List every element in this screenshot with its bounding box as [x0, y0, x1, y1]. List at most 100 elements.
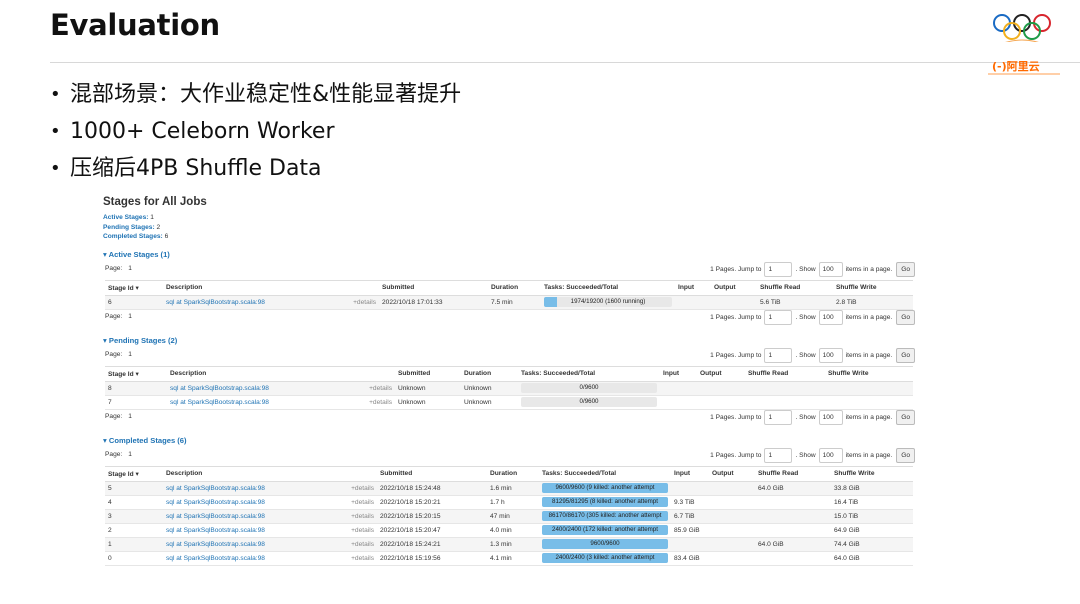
jump-to-input[interactable]: 1 — [764, 410, 793, 426]
details-toggle[interactable]: +details — [347, 509, 377, 524]
header-shuffle-read[interactable]: Shuffle Read — [757, 279, 833, 296]
pending-stages-toggle[interactable]: ▾ Pending Stages (2) — [103, 334, 915, 348]
table-row: 0 sql at SparkSqlBootstrap.scala:98 +detai… — [105, 551, 913, 566]
stage-id: 2 — [105, 523, 163, 538]
page-number[interactable]: 1 — [128, 351, 132, 358]
items-label: items in a page. — [845, 414, 893, 422]
spark-stages-screenshot: Stages for All Jobs Active Stages: 1 Pen… — [103, 196, 915, 566]
summary-completed-link[interactable]: Completed Stages: — [103, 233, 163, 240]
go-button[interactable]: Go — [896, 348, 915, 364]
page-controls: 1 Pages. Jump to 1. Show 100 items in a pag… — [710, 448, 915, 464]
header-input[interactable]: Input — [671, 465, 709, 482]
details-toggle[interactable]: +details — [349, 295, 379, 310]
header-tasks[interactable]: Tasks: Succeeded/Total — [518, 365, 660, 382]
header-duration[interactable]: Duration — [488, 279, 541, 296]
header-duration[interactable]: Duration — [461, 365, 518, 382]
stage-description-link[interactable]: sql at SparkSqlBootstrap.scala:98 — [163, 537, 347, 552]
header-input[interactable]: Input — [675, 279, 711, 296]
stage-description-link[interactable]: sql at SparkSqlBootstrap.scala:98 — [163, 495, 347, 510]
header-tasks[interactable]: Tasks: Succeeded/Total — [541, 279, 675, 296]
go-button[interactable]: Go — [896, 310, 915, 326]
completed-stages-toggle[interactable]: ▾ Completed Stages (6) — [103, 434, 915, 448]
active-stages-toggle[interactable]: ▾ Active Stages (1) — [103, 248, 915, 262]
details-toggle[interactable]: +details — [347, 551, 377, 566]
header-output[interactable]: Output — [711, 279, 757, 296]
header-stage-id[interactable]: Stage Id ▾ — [105, 365, 167, 382]
page-number[interactable]: 1 — [128, 313, 132, 320]
stage-description-link[interactable]: sql at SparkSqlBootstrap.scala:98 — [163, 481, 347, 496]
header-shuffle-write[interactable]: Shuffle Write — [833, 279, 913, 296]
stage-description-link[interactable]: sql at SparkSqlBootstrap.scala:98 — [163, 295, 349, 310]
go-button[interactable]: Go — [896, 448, 915, 464]
page-number[interactable]: 1 — [128, 451, 132, 458]
input-size — [675, 295, 711, 310]
duration: 1.6 min — [487, 481, 539, 496]
go-button[interactable]: Go — [896, 410, 915, 426]
stage-description-link[interactable]: sql at SparkSqlBootstrap.scala:98 — [167, 381, 353, 396]
stage-description-link[interactable]: sql at SparkSqlBootstrap.scala:98 — [163, 523, 347, 538]
tasks-cell: 9600/9600 — [539, 537, 671, 552]
page-size-input[interactable]: 100 — [818, 448, 843, 464]
stage-id: 4 — [105, 495, 163, 510]
summary-pending-count: 2 — [156, 223, 161, 231]
page-size-input[interactable]: 100 — [818, 310, 843, 326]
header-output[interactable]: Output — [697, 365, 745, 382]
tasks-text: 86170/86170 (305 killed: another attempt — [548, 512, 662, 520]
page-size-input[interactable]: 100 — [818, 262, 843, 278]
header-input[interactable]: Input — [660, 365, 697, 382]
stage-description-link[interactable]: sql at SparkSqlBootstrap.scala:98 — [167, 395, 353, 410]
jump-to-input[interactable]: 1 — [764, 310, 793, 326]
details-toggle[interactable]: +details — [347, 537, 377, 552]
summary-completed: Completed Stages: 6 — [103, 232, 915, 242]
duration: Unknown — [461, 395, 518, 410]
jump-to-input[interactable]: 1 — [764, 262, 793, 278]
submitted-time: 2022/10/18 15:20:47 — [377, 523, 487, 538]
header-stage-id[interactable]: Stage Id ▾ — [105, 465, 163, 482]
summary-pending-link[interactable]: Pending Stages: — [103, 224, 155, 231]
stage-description-link[interactable]: sql at SparkSqlBootstrap.scala:98 — [163, 551, 347, 566]
header-description[interactable]: Description — [163, 279, 349, 296]
details-toggle[interactable]: +details — [347, 495, 377, 510]
page-label: Page: — [105, 412, 123, 420]
header-shuffle-read[interactable]: Shuffle Read — [745, 365, 825, 382]
header-submitted[interactable]: Submitted — [395, 365, 461, 382]
table-row: 3 sql at SparkSqlBootstrap.scala:98 +detai… — [105, 509, 913, 524]
tasks-cell: 1974/19200 (1600 running) — [541, 295, 675, 310]
header-tasks[interactable]: Tasks: Succeeded/Total — [539, 465, 671, 482]
header-submitted[interactable]: Submitted — [377, 465, 487, 482]
header-stage-id[interactable]: Stage Id ▾ — [105, 279, 163, 296]
header-description[interactable]: Description — [167, 365, 353, 382]
jump-to-input[interactable]: 1 — [764, 348, 793, 364]
olympic-rings-icon — [993, 14, 1051, 42]
input-size: 6.7 TiB — [671, 509, 709, 524]
header-shuffle-write[interactable]: Shuffle Write — [825, 365, 913, 382]
details-toggle[interactable]: +details — [347, 481, 377, 496]
page-number[interactable]: 1 — [128, 413, 132, 420]
jump-to-input[interactable]: 1 — [764, 448, 793, 464]
details-toggle[interactable]: +details — [353, 381, 395, 396]
header-description[interactable]: Description — [163, 465, 347, 482]
header-submitted[interactable]: Submitted — [379, 279, 488, 296]
header-shuffle-read[interactable]: Shuffle Read — [755, 465, 831, 482]
page-size-input[interactable]: 100 — [818, 410, 843, 426]
go-button[interactable]: Go — [896, 262, 915, 278]
page-number[interactable]: 1 — [128, 265, 132, 272]
shuffle-write: 33.8 GiB — [831, 481, 913, 496]
pending-pager-bottom: Page: 1 1 Pages. Jump to 1. Show 100 items in… — [103, 410, 915, 428]
header-shuffle-write[interactable]: Shuffle Write — [831, 465, 913, 482]
output-size — [709, 495, 755, 510]
page-size-input[interactable]: 100 — [818, 348, 843, 364]
header-duration[interactable]: Duration — [487, 465, 539, 482]
items-label: items in a page. — [845, 352, 893, 360]
shuffle-read — [755, 495, 831, 510]
summary-active-link[interactable]: Active Stages: — [103, 214, 148, 221]
stage-description-link[interactable]: sql at SparkSqlBootstrap.scala:98 — [163, 509, 347, 524]
output-size — [709, 537, 755, 552]
stage-id: 3 — [105, 509, 163, 524]
details-toggle[interactable]: +details — [353, 395, 395, 410]
header-output[interactable]: Output — [709, 465, 755, 482]
duration: 7.5 min — [488, 295, 541, 310]
details-toggle[interactable]: +details — [347, 523, 377, 538]
shuffle-read — [755, 551, 831, 566]
stages-summary: Active Stages: 1 Pending Stages: 2 Compl… — [103, 213, 915, 242]
